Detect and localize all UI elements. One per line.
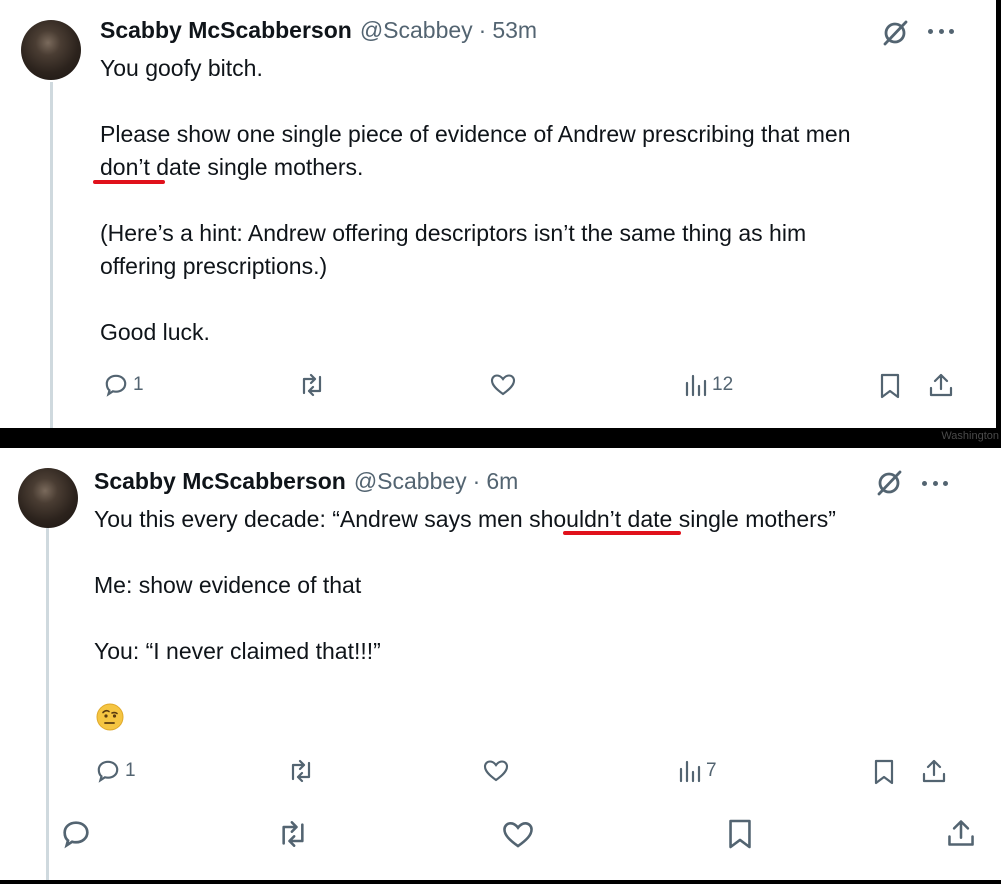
separator-dot: ·: [472, 468, 481, 494]
share-icon: [922, 759, 946, 783]
retweet-icon: [282, 821, 304, 847]
reply-count: 1: [133, 374, 144, 395]
tweet-line: Good luck.: [100, 319, 210, 345]
avatar[interactable]: [21, 20, 81, 80]
tweet-line: You: “I never claimed that!!!”: [94, 638, 381, 664]
analytics-icon: [685, 374, 707, 397]
bottom-reply-button[interactable]: [60, 818, 92, 850]
view-count: 7: [706, 760, 717, 781]
views-button[interactable]: 7: [678, 759, 717, 783]
reply-button[interactable]: 1: [95, 758, 136, 784]
bottom-retweet-button[interactable]: [276, 820, 310, 848]
more-options-icon[interactable]: [922, 478, 948, 488]
share-button[interactable]: [921, 758, 947, 784]
timestamp[interactable]: 6m: [486, 468, 518, 495]
grok-icon[interactable]: [874, 468, 904, 498]
tweet-line: You this every decade: “Andrew says men …: [94, 506, 836, 532]
reply-count: 1: [125, 760, 136, 781]
bottom-share-button[interactable]: [946, 818, 976, 848]
heart-icon: [503, 822, 533, 848]
reply-icon: [63, 821, 89, 849]
bookmark-icon: [880, 373, 900, 399]
reply-button[interactable]: 1: [103, 372, 144, 398]
bookmark-icon: [729, 819, 751, 849]
tweet-line: don’t date single mothers.: [100, 154, 364, 180]
display-name[interactable]: Scabby McScabberson: [100, 17, 352, 44]
thread-line: [46, 528, 49, 880]
red-underline-annotation: [93, 180, 165, 184]
screenshot-divider: Washington: [0, 428, 1001, 448]
bookmark-icon: [874, 759, 894, 785]
user-handle[interactable]: @Scabbey: [354, 468, 467, 495]
avatar[interactable]: [18, 468, 78, 528]
view-count: 12: [712, 374, 734, 395]
views-button[interactable]: 12: [684, 373, 733, 397]
share-icon: [948, 820, 974, 846]
grok-icon[interactable]: [880, 18, 910, 48]
tweet-line: Me: show evidence of that: [94, 572, 362, 598]
tweet-header: Scabby McScabberson @Scabbey · 53m: [100, 17, 537, 44]
like-button[interactable]: [490, 373, 516, 397]
more-options-icon[interactable]: [928, 26, 954, 36]
like-button[interactable]: [483, 759, 509, 783]
share-icon: [929, 373, 953, 397]
bookmark-button[interactable]: [879, 373, 901, 399]
reply-icon: [97, 760, 119, 783]
separator-dot: ·: [478, 17, 487, 43]
heart-icon: [483, 760, 509, 782]
bottom-like-button[interactable]: [502, 820, 534, 850]
tweet-line: offering prescriptions.): [100, 253, 328, 279]
bookmark-button[interactable]: [873, 759, 895, 785]
tweet-line: You goofy bitch.: [100, 55, 263, 81]
tweet-panel-1: Scabby McScabberson @Scabbey · 53m You g…: [0, 0, 996, 428]
retweet-icon: [291, 759, 311, 783]
bottom-bookmark-button[interactable]: [727, 818, 753, 850]
retweet-button[interactable]: [298, 373, 326, 397]
reply-icon: [105, 374, 127, 397]
heart-icon: [490, 374, 516, 396]
raised-eyebrow-emoji-icon: [96, 703, 124, 731]
tweet-panel-2: Scabby McScabberson @Scabbey · 6m You th…: [0, 448, 1001, 880]
display-name[interactable]: Scabby McScabberson: [94, 468, 346, 495]
red-underline-annotation: [563, 531, 681, 535]
tweet-text: You goofy bitch. Please show one single …: [100, 52, 851, 349]
tweet-line: (Here’s a hint: Andrew offering descript…: [100, 220, 807, 246]
cropped-text: Washington: [941, 430, 999, 442]
tweet-header: Scabby McScabberson @Scabbey · 6m: [94, 468, 518, 495]
share-button[interactable]: [928, 372, 954, 398]
tweet-line: Please show one single piece of evidence…: [100, 121, 851, 147]
timestamp[interactable]: 53m: [492, 17, 537, 44]
thread-line: [50, 82, 53, 428]
retweet-icon: [302, 373, 322, 397]
tweet-text: You this every decade: “Andrew says men …: [94, 503, 836, 668]
analytics-icon: [679, 760, 701, 783]
user-handle[interactable]: @Scabbey: [360, 17, 473, 44]
retweet-button[interactable]: [287, 759, 315, 783]
